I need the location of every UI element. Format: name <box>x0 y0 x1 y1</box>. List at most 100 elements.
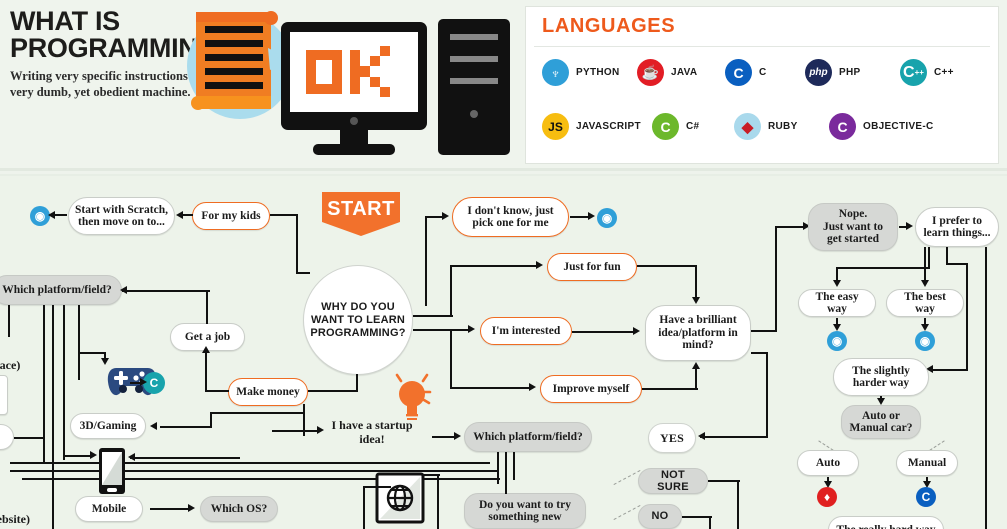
arrow-down <box>692 297 700 304</box>
arrow-right <box>633 327 640 335</box>
node-improve-myself-label: Improve myself <box>552 382 630 395</box>
arrow-up <box>692 362 700 369</box>
node-dont-know[interactable]: I don't know, just pick one for me <box>452 197 569 237</box>
node-easy-way-label: The easy way <box>815 290 859 316</box>
connector <box>513 452 516 480</box>
arrow-left <box>176 211 183 219</box>
node-easy-way[interactable]: The easy way <box>798 289 876 317</box>
connector <box>570 216 590 219</box>
node-no[interactable]: NO <box>638 504 682 529</box>
lightbulb-icon <box>390 368 434 425</box>
node-manual[interactable]: Manual <box>896 450 958 476</box>
connector <box>205 352 208 392</box>
node-brilliant-idea-label: Have a brilliant idea/platform in mind? <box>658 314 738 352</box>
connector <box>432 436 456 439</box>
languages-title: LANGUAGES <box>542 15 676 37</box>
languages-panel: LANGUAGES ♆ PYTHON ☕ JAVA C Cphp PHP C ++ C++ JS J… <box>525 6 999 164</box>
connector <box>363 486 391 489</box>
node-yes[interactable]: YES <box>648 423 696 453</box>
python-icon: ◉ <box>915 331 935 351</box>
node-best-way-label: The best way <box>904 290 946 316</box>
connector <box>8 305 11 337</box>
start-label: START <box>327 198 395 220</box>
node-start-with-scratch[interactable]: Start with Scratch, then move on to... <box>68 197 175 235</box>
python-icon: ◉ <box>30 206 50 226</box>
node-auto[interactable]: Auto <box>797 450 859 476</box>
node-auto-or-manual[interactable]: Auto or Manual car? <box>841 405 921 439</box>
node-auto-label: Auto <box>815 456 841 469</box>
hero-illustration <box>180 4 520 164</box>
node-make-money-label: Make money <box>236 385 300 398</box>
connector <box>695 265 698 299</box>
languages-row-2: JS JAVASCRIPT C C# ◆ RUBY C OBJECTIVE-C <box>542 113 949 140</box>
language-item-java: ☕ JAVA <box>637 59 725 86</box>
objectivec-icon: C <box>829 113 856 140</box>
connector <box>22 478 500 481</box>
label-clipped-left-2: website) <box>0 512 30 526</box>
connector <box>52 305 55 529</box>
connector <box>55 214 67 217</box>
node-yes-label: YES <box>660 430 684 445</box>
node-root-question-label: WHY DO YOU WANT TO LEARN PROGRAMMING? <box>310 300 406 339</box>
connector <box>838 267 930 270</box>
node-slightly-harder[interactable]: The slightly harder way <box>833 358 929 396</box>
node-not-sure[interactable]: NOT SURE <box>638 468 708 494</box>
node-root-question[interactable]: WHY DO YOU WANT TO LEARN PROGRAMMING? <box>303 265 413 375</box>
connector <box>210 412 305 415</box>
node-3d-gaming-label: 3D/Gaming <box>79 419 137 432</box>
node-clipped-left-box[interactable] <box>0 375 8 415</box>
node-im-interested-label: I'm interested <box>491 324 561 337</box>
python-icon: ◉ <box>597 208 617 228</box>
ruby-icon: ♦ <box>817 487 837 507</box>
node-mobile[interactable]: Mobile <box>75 496 143 522</box>
connector <box>836 267 839 281</box>
node-try-something-new[interactable]: Do you want to try something new <box>464 493 586 529</box>
c-icon: C <box>725 59 752 86</box>
connector <box>505 452 508 494</box>
node-i-prefer-label: I prefer to learn things... <box>923 214 991 240</box>
node-which-os-label: Which OS? <box>210 502 268 515</box>
node-brilliant-idea[interactable]: Have a brilliant idea/platform in mind? <box>645 305 751 361</box>
node-best-way[interactable]: The best way <box>886 289 964 317</box>
node-which-platform-center[interactable]: Which platform/field? <box>464 422 592 452</box>
connector <box>450 387 531 390</box>
connector <box>296 272 310 275</box>
arrow-up <box>202 346 210 353</box>
connector <box>413 329 469 332</box>
language-label: JAVA <box>671 67 698 78</box>
connector <box>296 214 299 274</box>
connector <box>78 352 106 355</box>
connector <box>637 265 697 268</box>
node-just-for-fun[interactable]: Just for fun <box>547 253 637 281</box>
node-im-interested[interactable]: I'm interested <box>480 317 572 345</box>
node-which-os[interactable]: Which OS? <box>200 496 278 522</box>
computer-monitor-icon <box>281 22 427 155</box>
connector <box>205 390 229 393</box>
node-improve-myself[interactable]: Improve myself <box>540 375 642 403</box>
connector <box>160 426 212 429</box>
arrow-right <box>442 212 449 220</box>
language-label: JAVASCRIPT <box>576 121 641 132</box>
label-startup-idea-text: I have a startup idea! <box>331 418 413 446</box>
arrow-right <box>140 378 147 386</box>
node-really-hard-way[interactable]: The really hard way <box>828 516 944 529</box>
connector <box>130 457 240 460</box>
connector <box>63 305 66 460</box>
node-i-prefer[interactable]: I prefer to learn things... <box>915 207 999 247</box>
node-make-money[interactable]: Make money <box>228 378 308 406</box>
node-which-platform-left[interactable]: Which platform/field? <box>0 275 122 305</box>
node-really-hard-way-label: The really hard way <box>836 524 935 529</box>
connector <box>10 462 490 465</box>
arrow-left <box>128 453 135 461</box>
node-which-platform-center-label: Which platform/field? <box>473 430 583 443</box>
connector <box>928 247 931 269</box>
node-for-my-kids[interactable]: For my kids <box>192 202 270 230</box>
language-item-c: CC <box>725 59 805 86</box>
node-slightly-harder-label: The slightly harder way <box>852 364 910 390</box>
connector <box>682 516 712 519</box>
arrow-right <box>906 222 913 230</box>
node-3d-gaming[interactable]: 3D/Gaming <box>70 413 146 439</box>
connector <box>424 474 440 477</box>
node-nope[interactable]: Nope. Just want to get started <box>808 203 898 251</box>
language-label: OBJECTIVE-C <box>863 121 934 132</box>
